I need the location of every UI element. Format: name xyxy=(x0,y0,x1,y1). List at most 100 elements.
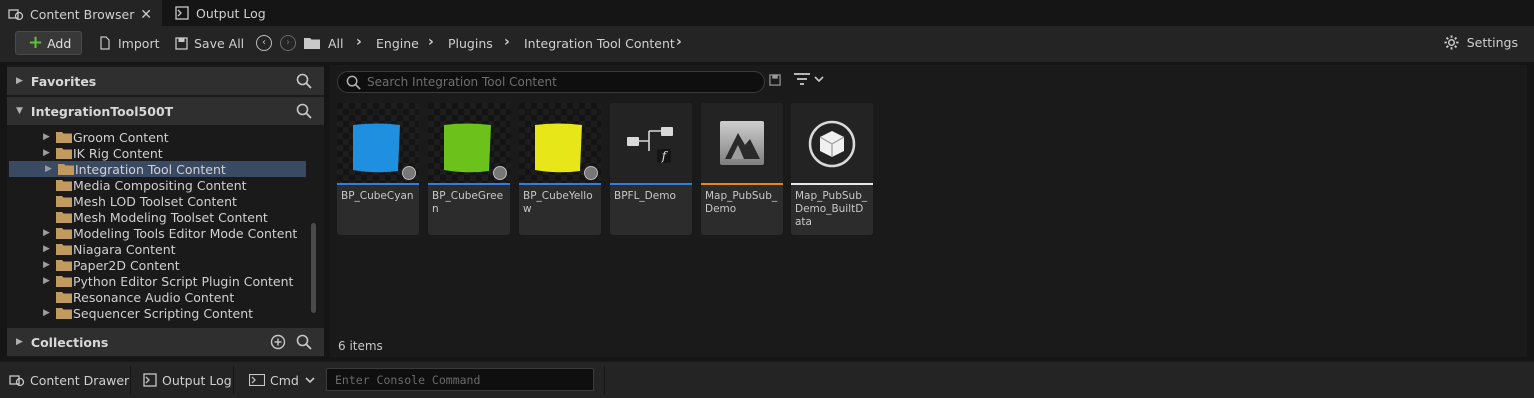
cube-icon xyxy=(444,123,491,173)
search-input[interactable] xyxy=(367,75,747,89)
breadcrumb-all[interactable]: All xyxy=(328,36,344,51)
import-button[interactable]: Import xyxy=(98,31,160,55)
chevron-right-icon[interactable]: › xyxy=(356,34,362,50)
tab-label: Output Log xyxy=(196,5,266,21)
save-search-icon[interactable] xyxy=(769,74,781,89)
expand-arrow-icon[interactable]: ▶ xyxy=(43,132,50,142)
tree-item[interactable]: ▶ Integration Tool Content xyxy=(9,161,306,177)
folder-icon xyxy=(56,307,72,319)
folder-icon xyxy=(56,179,72,191)
breadcrumb-plugins[interactable]: Plugins xyxy=(448,36,493,51)
divider xyxy=(604,366,605,394)
function-library-icon: f xyxy=(627,127,673,163)
tree-item[interactable]: ▶ Niagara Content xyxy=(7,241,307,257)
tab-content-browser[interactable]: Content Browser ✕ xyxy=(0,0,162,26)
search-icon[interactable] xyxy=(296,73,312,92)
collections-header[interactable]: ▶ Collections xyxy=(7,328,324,356)
expand-arrow-icon[interactable]: ▶ xyxy=(43,308,50,318)
filter-button[interactable] xyxy=(794,73,824,85)
content-drawer-button[interactable]: Content Drawer xyxy=(0,366,131,394)
asset-tile[interactable]: BP_CubeGreen xyxy=(428,103,510,235)
tree-item[interactable]: ▶ Paper2D Content xyxy=(7,257,307,273)
tree-item[interactable]: Media Compositing Content xyxy=(7,177,307,193)
folder-icon xyxy=(56,275,72,287)
toolbar: + Add Import Save All ‹ › All › Engine ›… xyxy=(0,26,1534,62)
asset-thumbnail xyxy=(428,103,510,183)
tree-item[interactable]: ▶ Modeling Tools Editor Mode Content xyxy=(7,225,307,241)
expand-arrow-icon[interactable]: ▶ xyxy=(43,228,50,238)
output-log-icon xyxy=(143,373,157,387)
project-header[interactable]: ▼ IntegrationTool500T xyxy=(7,97,324,125)
expand-arrow-icon[interactable]: ▶ xyxy=(16,76,23,86)
expand-arrow-icon[interactable]: ▶ xyxy=(16,337,23,347)
expand-arrow-icon[interactable]: ▶ xyxy=(43,244,50,254)
level-icon xyxy=(720,121,764,165)
tree-item[interactable]: Resonance Audio Content xyxy=(7,289,307,305)
save-all-label: Save All xyxy=(194,35,245,51)
asset-tile[interactable]: Map_PubSub_Demo_BuiltData xyxy=(791,103,873,235)
expand-arrow-icon[interactable]: ▶ xyxy=(43,148,50,158)
search-icon xyxy=(346,75,361,90)
asset-thumbnail xyxy=(519,103,601,183)
tree-item[interactable]: ▶ Groom Content xyxy=(7,129,307,145)
forward-arrow-icon[interactable]: › xyxy=(280,35,296,51)
output-log-label: Output Log xyxy=(162,372,232,388)
collapse-arrow-icon[interactable]: ▼ xyxy=(16,106,23,116)
favorites-header[interactable]: ▶ Favorites xyxy=(7,67,324,95)
chevron-right-icon[interactable]: › xyxy=(504,34,510,50)
terminal-icon xyxy=(249,374,265,386)
add-button[interactable]: + Add xyxy=(15,31,82,55)
asset-thumbnail: f xyxy=(610,103,692,183)
save-all-button[interactable]: Save All xyxy=(174,31,244,55)
settings-label: Settings xyxy=(1466,35,1518,50)
blueprint-badge-icon xyxy=(493,166,507,180)
tree-scrollbar[interactable] xyxy=(311,223,316,313)
asset-name: BPFL_Demo xyxy=(614,190,676,202)
console-box[interactable] xyxy=(326,368,594,391)
asset-thumbnail xyxy=(337,103,419,183)
folder-icon xyxy=(56,243,72,255)
folder-icon xyxy=(56,131,72,143)
import-icon xyxy=(98,36,112,50)
tree-item[interactable]: ▶ Python Editor Script Plugin Content xyxy=(7,273,307,289)
blueprint-badge-icon xyxy=(402,166,416,180)
folder-icon xyxy=(56,291,72,303)
add-collection-icon[interactable] xyxy=(270,334,286,353)
status-bar: Content Drawer Output Log Cmd xyxy=(0,361,1534,398)
tab-output-log[interactable]: Output Log xyxy=(166,0,276,26)
back-arrow-icon[interactable]: ‹ xyxy=(256,35,272,51)
asset-tile[interactable]: BP_CubeCyan xyxy=(337,103,419,235)
tree-item[interactable]: ▶ IK Rig Content xyxy=(7,145,307,161)
favorites-label: Favorites xyxy=(30,73,97,89)
tree-item-label: Mesh LOD Toolset Content xyxy=(73,193,237,209)
tree-item[interactable]: Mesh Modeling Toolset Content xyxy=(7,209,307,225)
tree-item[interactable]: ▶ Sequencer Scripting Content xyxy=(7,305,307,321)
tree-item[interactable]: Mesh LOD Toolset Content xyxy=(7,193,307,209)
asset-tile[interactable]: f BPFL_Demo xyxy=(610,103,692,235)
breadcrumb-engine[interactable]: Engine xyxy=(376,36,419,51)
settings-button[interactable]: Settings xyxy=(1444,35,1518,50)
expand-arrow-icon[interactable]: ▶ xyxy=(43,276,50,286)
tree-item-label: Modeling Tools Editor Mode Content xyxy=(73,225,298,241)
chevron-down-icon xyxy=(814,75,824,83)
tree-item-label: Paper2D Content xyxy=(73,257,180,273)
search-icon[interactable] xyxy=(296,103,312,122)
folder-icon xyxy=(56,211,72,223)
chevron-right-icon[interactable]: › xyxy=(428,34,434,50)
expand-arrow-icon[interactable]: ▶ xyxy=(45,164,52,174)
expand-arrow-icon[interactable]: ▶ xyxy=(43,260,50,270)
project-label: IntegrationTool500T xyxy=(30,103,174,119)
chevron-right-icon[interactable]: › xyxy=(676,34,682,50)
close-icon[interactable]: ✕ xyxy=(140,7,152,23)
breadcrumb-integration-tool-content[interactable]: Integration Tool Content xyxy=(524,36,675,51)
output-log-button[interactable]: Output Log xyxy=(134,366,234,394)
import-label: Import xyxy=(118,35,160,51)
console-input[interactable] xyxy=(327,369,587,390)
asset-tile[interactable]: BP_CubeYellow xyxy=(519,103,601,235)
asset-name: BP_CubeYellow xyxy=(523,190,593,215)
cmd-dropdown[interactable]: Cmd xyxy=(240,366,320,394)
search-box[interactable] xyxy=(337,71,765,93)
content-browser-icon xyxy=(9,373,25,387)
search-icon[interactable] xyxy=(296,334,312,353)
asset-tile[interactable]: Map_PubSub_Demo xyxy=(701,103,783,235)
